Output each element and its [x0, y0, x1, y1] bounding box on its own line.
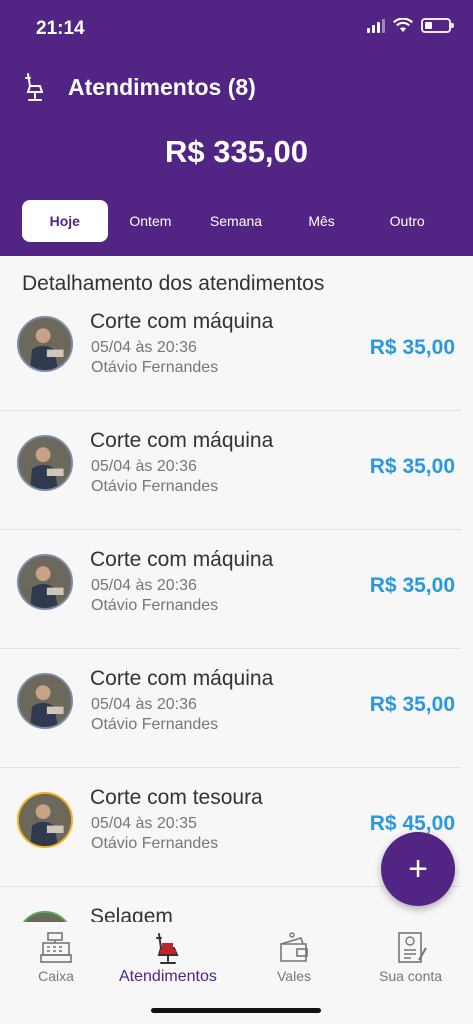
client-name: Otávio Fernandes: [91, 716, 219, 733]
status-bar: 21:14: [0, 0, 473, 56]
appointments-list[interactable]: Corte com máquina 05/04 às 20:36 Otávio …: [0, 292, 473, 922]
battery-icon: [421, 18, 454, 33]
tab-hoje[interactable]: Hoje: [22, 200, 108, 242]
service-name: Corte com máquina: [90, 310, 274, 333]
list-item[interactable]: Corte com máquina 05/04 às 20:36 Otávio …: [0, 292, 461, 411]
service-price: R$ 35,00: [369, 336, 455, 359]
appointment-datetime: 05/04 às 20:35: [91, 815, 197, 832]
service-name: Corte com máquina: [90, 548, 274, 571]
avatar: [17, 435, 73, 491]
tab-ontem[interactable]: Ontem: [108, 200, 194, 242]
appointment-datetime: 05/04 às 20:36: [91, 577, 197, 594]
appointment-datetime: 05/04 às 20:36: [91, 696, 197, 713]
list-item[interactable]: Corte com máquina 05/04 às 20:36 Otávio …: [0, 411, 461, 530]
service-name: Corte com máquina: [90, 667, 274, 690]
tab-semana[interactable]: Semana: [193, 200, 279, 242]
barber-chair-icon: [25, 73, 44, 101]
avatar: [17, 554, 73, 610]
total-amount: R$ 335,00: [164, 134, 309, 169]
nav-item-vales[interactable]: Vales: [276, 930, 312, 984]
client-name: Otávio Fernandes: [91, 359, 219, 376]
service-name: Corte com tesoura: [90, 786, 263, 809]
header: 21:14 Atendimentos (8) R$ 335,00 Hoje On…: [0, 0, 473, 256]
avatar: [17, 673, 73, 729]
period-tabs: Hoje Ontem Semana Mês Outro: [22, 200, 450, 242]
service-name: Corte com máquina: [90, 429, 274, 452]
add-appointment-button[interactable]: +: [381, 832, 455, 906]
signal-icon: [367, 18, 385, 33]
wifi-icon: [393, 18, 413, 32]
client-name: Otávio Fernandes: [91, 478, 219, 495]
avatar: [17, 911, 73, 922]
account-document-icon: [397, 932, 427, 963]
nav-label: Atendimentos: [119, 968, 217, 985]
list-item[interactable]: Corte com máquina 05/04 às 20:36 Otávio …: [0, 649, 461, 768]
wallet-icon: [280, 932, 308, 962]
appointment-datetime: 05/04 às 20:36: [91, 339, 197, 356]
title-row: Atendimentos (8): [22, 72, 256, 102]
nav-item-caixa[interactable]: Caixa: [38, 930, 74, 984]
page-title: Atendimentos (8): [68, 73, 256, 100]
cash-register-icon: [40, 932, 72, 963]
list-item[interactable]: Corte com máquina 05/04 às 20:36 Otávio …: [0, 530, 461, 649]
status-time: 21:14: [36, 18, 85, 39]
barber-chair-icon: [155, 933, 179, 964]
nav-label: Caixa: [38, 968, 74, 984]
service-price: R$ 35,00: [369, 693, 455, 716]
service-name: Selagem: [90, 905, 173, 922]
tab-mes[interactable]: Mês: [279, 200, 365, 242]
nav-item-sua-conta[interactable]: Sua conta: [379, 930, 442, 984]
status-icons: [367, 18, 454, 33]
service-price: R$ 35,00: [369, 574, 455, 597]
plus-icon: +: [408, 850, 428, 888]
client-name: Otávio Fernandes: [91, 835, 219, 852]
nav-label: Sua conta: [379, 968, 443, 984]
home-indicator: [151, 1008, 321, 1013]
nav-label: Vales: [277, 968, 311, 984]
avatar: [17, 792, 73, 848]
tab-outro[interactable]: Outro: [364, 200, 450, 242]
appointment-datetime: 05/04 às 20:36: [91, 458, 197, 475]
client-name: Otávio Fernandes: [91, 597, 219, 614]
service-price: R$ 35,00: [369, 455, 455, 478]
nav-item-atendimentos[interactable]: Atendimentos: [119, 930, 217, 986]
avatar: [17, 316, 73, 372]
